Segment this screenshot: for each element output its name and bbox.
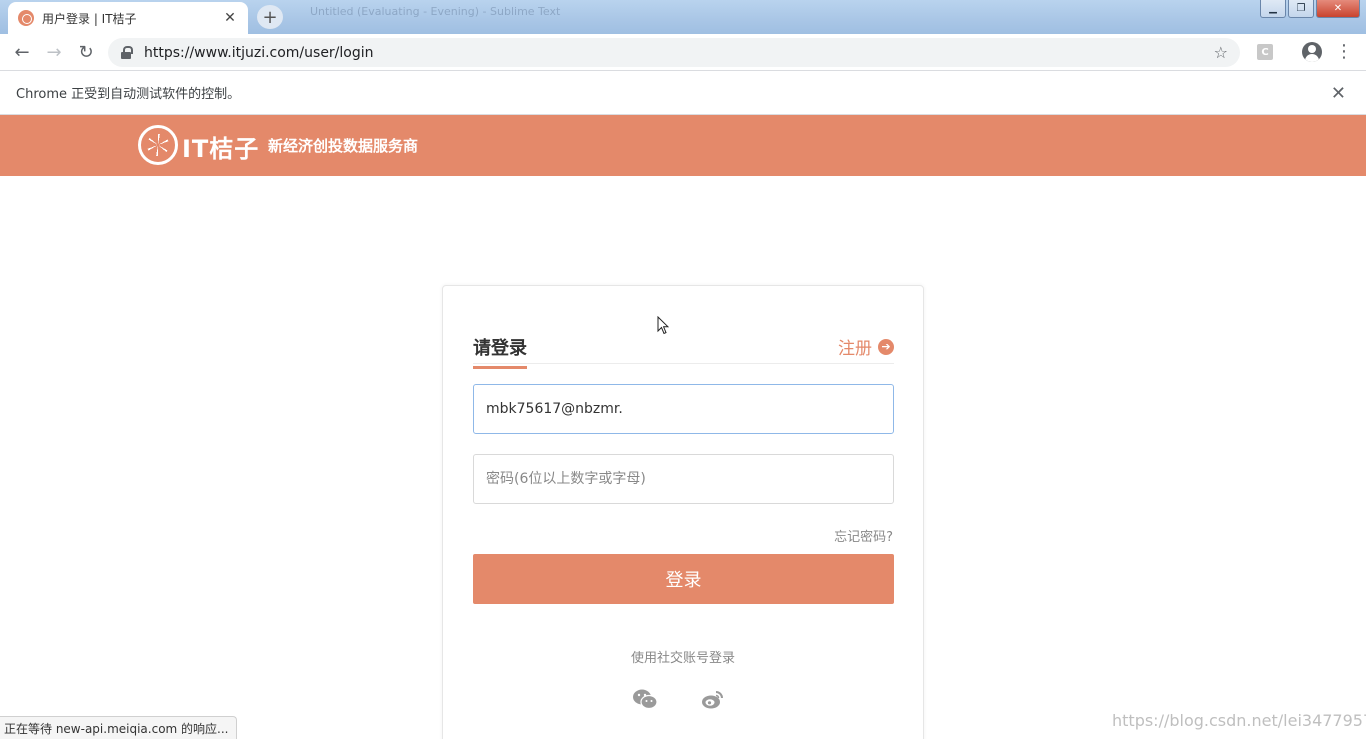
weibo-icon[interactable] bbox=[701, 688, 725, 710]
window-controls: ▁ ❐ ✕ bbox=[1260, 0, 1360, 18]
profile-icon[interactable] bbox=[1302, 42, 1322, 62]
maximize-button[interactable]: ❐ bbox=[1288, 0, 1314, 18]
infobar-message: Chrome 正受到自动测试软件的控制。 bbox=[16, 87, 241, 102]
url-text[interactable]: https://www.itjuzi.com/user/login bbox=[144, 45, 1214, 61]
forward-button[interactable]: → bbox=[38, 36, 70, 68]
site-slogan: 新经济创投数据服务商 bbox=[268, 137, 419, 155]
window-close-button[interactable]: ✕ bbox=[1316, 0, 1360, 18]
orange-logo-icon[interactable] bbox=[138, 125, 178, 165]
forgot-password-link[interactable]: 忘记密码? bbox=[834, 526, 893, 545]
arrow-right-circle-icon[interactable]: ➔ bbox=[878, 338, 894, 355]
login-card: 请登录 注册 ➔ 忘记密码? 登录 使用社交账号登录 bbox=[442, 285, 924, 739]
address-bar[interactable]: https://www.itjuzi.com/user/login ☆ bbox=[108, 38, 1240, 67]
automation-infobar: Chrome 正受到自动测试软件的控制。 ✕ bbox=[0, 71, 1366, 115]
account-input[interactable] bbox=[473, 384, 894, 434]
social-login-text: 使用社交账号登录 bbox=[630, 651, 735, 666]
infobar-close-icon[interactable]: ✕ bbox=[1331, 83, 1346, 104]
login-button[interactable]: 登录 bbox=[473, 554, 894, 604]
browser-statusbar: 正在等待 new-api.meiqia.com 的响应... bbox=[0, 716, 238, 739]
mouse-cursor-icon bbox=[657, 316, 669, 335]
back-button[interactable]: ← bbox=[6, 36, 38, 68]
watermark: https://blog.csdn.net/lei347795790 bbox=[1112, 711, 1366, 730]
new-tab-button[interactable]: + bbox=[257, 5, 283, 29]
extension-icon[interactable]: C bbox=[1257, 44, 1273, 60]
register-link[interactable]: 注册 ➔ bbox=[838, 334, 894, 359]
minimize-button[interactable]: ▁ bbox=[1260, 0, 1286, 18]
menu-icon[interactable]: ⋮ bbox=[1334, 42, 1354, 62]
browser-tab-active[interactable]: 用户登录 | IT桔子 ✕ bbox=[8, 2, 248, 34]
login-title: 请登录 bbox=[473, 334, 527, 369]
background-window-text: Untitled (Evaluating - Evening) - Sublim… bbox=[310, 5, 561, 18]
register-label[interactable]: 注册 bbox=[838, 334, 872, 359]
bookmark-star-icon[interactable]: ☆ bbox=[1214, 43, 1228, 62]
wechat-icon[interactable] bbox=[632, 688, 658, 710]
tab-title: 用户登录 | IT桔子 bbox=[42, 11, 137, 26]
reload-button[interactable]: ↻ bbox=[70, 36, 102, 68]
login-card-header: 请登录 注册 ➔ bbox=[473, 334, 894, 369]
brand-name[interactable]: IT桔子 bbox=[182, 129, 259, 164]
site-header: IT桔子 新经济创投数据服务商 bbox=[0, 115, 1366, 176]
tab-close-icon[interactable]: ✕ bbox=[222, 10, 238, 26]
browser-titlebar: 用户登录 | IT桔子 ✕ + Untitled (Evaluating - E… bbox=[0, 0, 1366, 34]
password-input[interactable] bbox=[473, 454, 894, 504]
orange-favicon-icon bbox=[18, 10, 34, 26]
lock-icon[interactable] bbox=[120, 45, 134, 60]
browser-toolbar: ← → ↻ https://www.itjuzi.com/user/login … bbox=[0, 34, 1366, 71]
